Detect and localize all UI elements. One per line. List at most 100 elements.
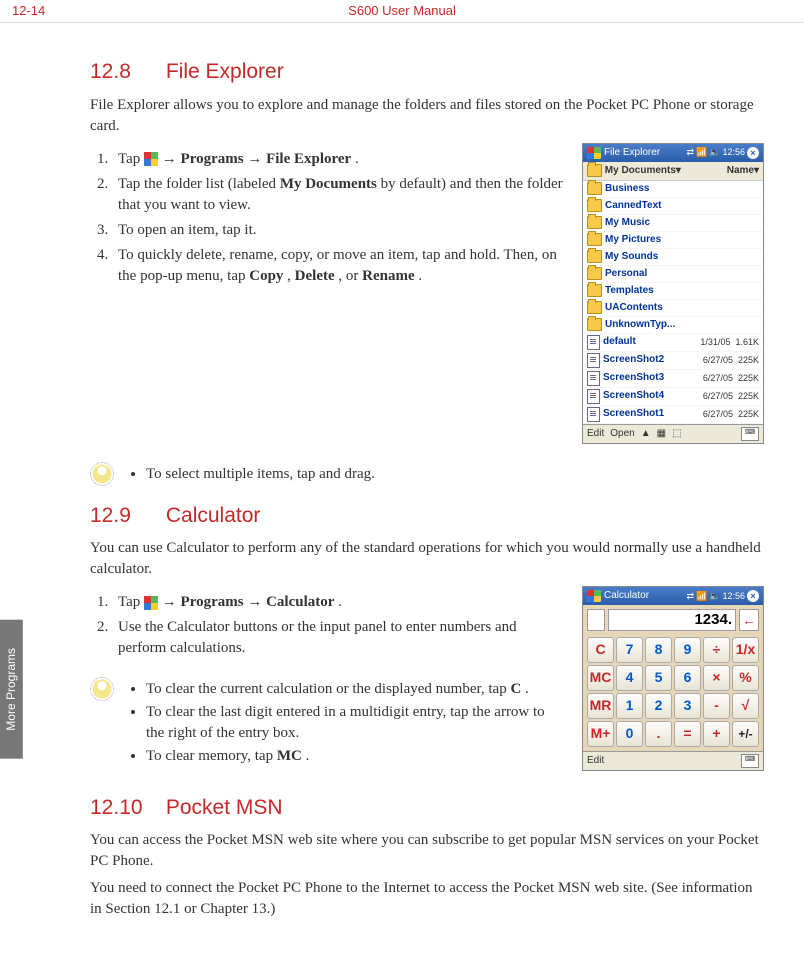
- bottom-bar: Edit ⌨: [583, 751, 763, 770]
- window-title: Calculator: [604, 589, 649, 603]
- folder-item[interactable]: Templates: [583, 283, 763, 300]
- tip-box: To clear the current calculation or the …: [90, 677, 566, 769]
- calc-button-3[interactable]: 3: [674, 693, 701, 719]
- file-icon: [587, 389, 600, 404]
- tip-box: To select multiple items, tap and drag.: [90, 462, 764, 487]
- file-item[interactable]: ScreenShot26/27/05 225K: [583, 352, 763, 370]
- dropdown-icon[interactable]: ▾: [754, 164, 759, 178]
- folder-icon: [587, 284, 602, 297]
- section-heading-12-10: 12.10 Pocket MSN: [90, 793, 764, 822]
- folder-icon: [587, 250, 602, 263]
- page-header: 12-14 S600 User Manual: [0, 0, 804, 23]
- calc-button-7[interactable]: 7: [616, 637, 643, 663]
- calc-button-×[interactable]: ×: [703, 665, 730, 691]
- current-folder[interactable]: My Documents: [605, 164, 676, 178]
- tip-item: To clear the current calculation or the …: [146, 679, 566, 700]
- calc-button-M+[interactable]: M+: [587, 721, 614, 747]
- calc-button-%[interactable]: %: [732, 665, 759, 691]
- tools-icon[interactable]: ▦: [657, 427, 666, 441]
- folder-dropdown-bar: My Documents ▾ Name ▾: [583, 162, 763, 181]
- sort-column[interactable]: Name: [727, 164, 754, 178]
- status-area: ⇄ 📶 🔈 12:56 ×: [686, 590, 759, 603]
- dropdown-icon[interactable]: ▾: [676, 164, 681, 178]
- calc-button-8[interactable]: 8: [645, 637, 672, 663]
- folder-icon: [587, 164, 602, 177]
- calc-button-4[interactable]: 4: [616, 665, 643, 691]
- file-icon: [587, 407, 600, 422]
- instruction-list: Tap → Programs → Calculator . Use the Ca…: [90, 592, 566, 659]
- step-1: Tap → Programs → Calculator .: [112, 592, 566, 613]
- edit-menu[interactable]: Edit: [587, 427, 604, 441]
- file-item[interactable]: ScreenShot16/27/05 225K: [583, 406, 763, 424]
- connectivity-icon[interactable]: ⇄: [686, 146, 694, 159]
- clock: 12:56: [722, 146, 745, 159]
- section-title: Pocket MSN: [166, 796, 283, 819]
- calculator-display-row: 1234. ←: [587, 609, 759, 631]
- calc-button-MR[interactable]: MR: [587, 693, 614, 719]
- folder-item[interactable]: My Music: [583, 215, 763, 232]
- tip-item: To select multiple items, tap and drag.: [146, 464, 375, 485]
- calc-button-C[interactable]: C: [587, 637, 614, 663]
- file-item[interactable]: ScreenShot36/27/05 225K: [583, 370, 763, 388]
- folder-icon: [587, 182, 602, 195]
- folder-item[interactable]: My Pictures: [583, 232, 763, 249]
- calc-button-.[interactable]: .: [645, 721, 672, 747]
- calc-button-÷[interactable]: ÷: [703, 637, 730, 663]
- calc-button-9[interactable]: 9: [674, 637, 701, 663]
- file-item[interactable]: default1/31/05 1.61K: [583, 334, 763, 352]
- keyboard-icon[interactable]: ⌨: [741, 427, 759, 441]
- bottom-bar: Edit Open ▲ ▦ ⬚ ⌨: [583, 424, 763, 443]
- start-icon[interactable]: [587, 590, 601, 602]
- file-list: Business CannedText My Music My Pictures…: [583, 181, 763, 424]
- folder-icon: [587, 301, 602, 314]
- signal-icon[interactable]: 📶: [696, 590, 707, 603]
- calc-button-6[interactable]: 6: [674, 665, 701, 691]
- intro-text: File Explorer allows you to explore and …: [90, 95, 764, 137]
- up-icon[interactable]: ▲: [641, 427, 651, 441]
- folder-item[interactable]: Personal: [583, 266, 763, 283]
- speaker-icon[interactable]: 🔈: [709, 146, 720, 159]
- calculator-screenshot: Calculator ⇄ 📶 🔈 12:56 × 1234. ← C789÷1/…: [582, 586, 764, 771]
- body-text: You can access the Pocket MSN web site w…: [90, 830, 764, 872]
- calc-button-√[interactable]: √: [732, 693, 759, 719]
- calc-button-0[interactable]: 0: [616, 721, 643, 747]
- calculator-keypad: C789÷1/x MC456×% MR123-√ M+0.=++/-: [583, 635, 763, 751]
- calc-button--[interactable]: -: [703, 693, 730, 719]
- calc-button-5[interactable]: 5: [645, 665, 672, 691]
- file-icon: [587, 353, 600, 368]
- signal-icon[interactable]: 📶: [696, 146, 707, 159]
- file-icon: [587, 371, 600, 386]
- calc-button-+/-[interactable]: +/-: [732, 721, 759, 747]
- open-menu[interactable]: Open: [610, 427, 634, 441]
- file-icon: [587, 335, 600, 350]
- file-item[interactable]: ScreenShot46/27/05 225K: [583, 388, 763, 406]
- start-icon: [144, 596, 158, 610]
- close-icon[interactable]: ×: [747, 147, 759, 159]
- folder-icon: [587, 233, 602, 246]
- calc-button-=[interactable]: =: [674, 721, 701, 747]
- step-2: Tap the folder list (labeled My Document…: [112, 174, 566, 216]
- keyboard-icon[interactable]: ⌨: [741, 754, 759, 768]
- section-title: File Explorer: [166, 60, 284, 83]
- speaker-icon[interactable]: 🔈: [709, 590, 720, 603]
- connectivity-icon[interactable]: ⇄: [686, 590, 694, 603]
- calc-button-1/x[interactable]: 1/x: [732, 637, 759, 663]
- folder-item[interactable]: My Sounds: [583, 249, 763, 266]
- calc-button-2[interactable]: 2: [645, 693, 672, 719]
- backspace-button[interactable]: ←: [739, 609, 759, 631]
- memory-indicator: [587, 609, 605, 631]
- calc-button-+[interactable]: +: [703, 721, 730, 747]
- file-explorer-screenshot: File Explorer ⇄ 📶 🔈 12:56 × My Documents…: [582, 143, 764, 444]
- calc-button-1[interactable]: 1: [616, 693, 643, 719]
- folder-item[interactable]: UAContents: [583, 300, 763, 317]
- folder-item[interactable]: UnknownTyp...: [583, 317, 763, 334]
- step-1: Tap → Programs → File Explorer .: [112, 149, 566, 170]
- close-icon[interactable]: ×: [747, 590, 759, 602]
- calc-button-MC[interactable]: MC: [587, 665, 614, 691]
- network-icon[interactable]: ⬚: [672, 427, 681, 441]
- folder-item[interactable]: CannedText: [583, 198, 763, 215]
- folder-item[interactable]: Business: [583, 181, 763, 198]
- edit-menu[interactable]: Edit: [587, 754, 604, 768]
- calculator-display: 1234.: [608, 609, 736, 631]
- start-icon[interactable]: [587, 147, 601, 159]
